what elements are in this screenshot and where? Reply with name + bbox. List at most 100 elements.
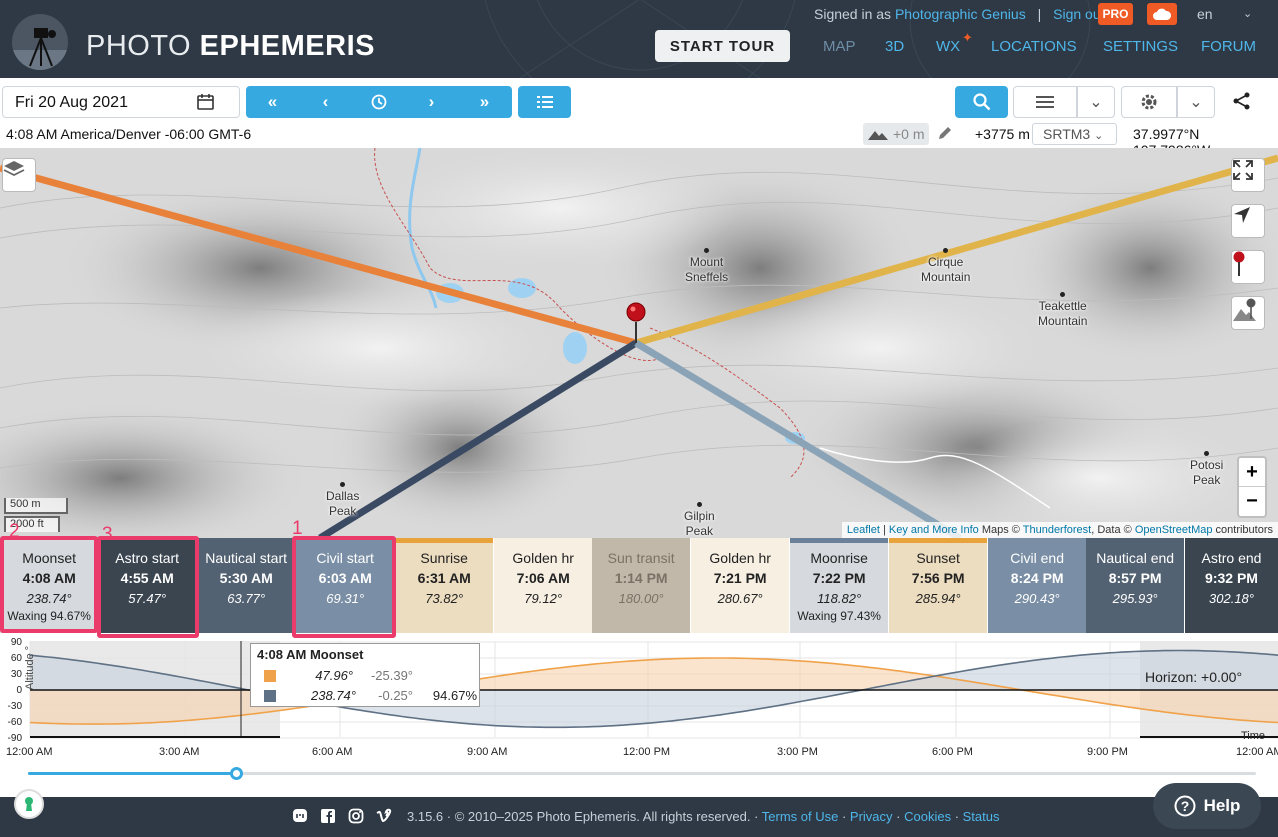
chevron-down-icon[interactable]: ⌄ (1243, 7, 1252, 20)
sign-out-link[interactable]: Sign out (1053, 6, 1104, 22)
separator: | (1037, 6, 1042, 22)
facebook-icon[interactable] (320, 808, 336, 824)
step-forward-icon[interactable]: › (405, 86, 458, 118)
place-label: Potosi Peak (1190, 451, 1223, 488)
leaflet-link[interactable]: Leaflet (847, 524, 880, 536)
app-title[interactable]: PHOTO EPHEMERIS (86, 30, 375, 63)
chevron-down-icon[interactable]: ⌄ (1177, 86, 1215, 118)
y-tick-label: 0 (16, 685, 22, 696)
y-tick-label: 60 (10, 653, 22, 664)
event-card[interactable]: Sunset 7:56 PM 285.94° (889, 538, 988, 633)
logo-icon[interactable] (12, 14, 68, 70)
altitude-chart[interactable] (0, 633, 1278, 763)
horizon-label: Horizon: +0.00° (1145, 669, 1243, 685)
osm-link[interactable]: OpenStreetMap (1135, 524, 1213, 536)
clock-icon[interactable] (352, 86, 405, 118)
menu-icon (1036, 96, 1054, 108)
event-time: 9:32 PM (1205, 570, 1258, 586)
place-label: Gilpin Peak (684, 502, 715, 538)
event-card[interactable]: Sun transit 1:14 PM 180.00° (592, 538, 691, 633)
copyright: 3.15.6 · © 2010–2025 Photo Ephemeris. Al… (407, 809, 751, 824)
secondary-pin-icon[interactable] (1231, 296, 1265, 330)
pin-icon[interactable] (1231, 250, 1265, 284)
terms-link[interactable]: Terms of Use (762, 809, 839, 824)
event-card[interactable]: Astro end 9:32 PM 302.18° (1185, 538, 1278, 633)
fast-forward-icon[interactable]: » (458, 86, 511, 118)
timezone-label: 4:08 AM America/Denver -06:00 GMT-6 (6, 126, 252, 142)
location-pin-icon (626, 302, 646, 322)
y-tick-label: -30 (7, 701, 22, 712)
map-attribution: Leaflet | Key and More Info Maps © Thund… (841, 522, 1278, 538)
nav-map[interactable]: MAP (823, 38, 856, 55)
copyright-text: 3.15.6 · © 2010–2025 Photo Ephemeris. Al… (407, 809, 1000, 824)
y-tick-label: -60 (7, 717, 22, 728)
nav-wx[interactable]: WX (936, 38, 960, 55)
cookies-link[interactable]: Cookies (904, 809, 951, 824)
mastodon-icon[interactable] (292, 808, 308, 824)
elevation-offset-button[interactable]: +0 m (863, 123, 929, 145)
event-phase: Waxing 97.43% (797, 609, 881, 623)
pro-badge[interactable]: PRO (1098, 3, 1133, 25)
layers-list-button[interactable] (1013, 86, 1077, 118)
locate-arrow-icon[interactable] (1231, 204, 1265, 238)
nav-3d[interactable]: 3D (885, 38, 904, 55)
step-back-icon[interactable]: ‹ (299, 86, 352, 118)
calendar-icon[interactable] (196, 92, 216, 117)
key-info-link[interactable]: Key and More Info (889, 524, 979, 536)
nav-settings[interactable]: SETTINGS (1103, 38, 1178, 55)
privacy-link[interactable]: Privacy (850, 809, 893, 824)
event-card[interactable]: Civil end 8:24 PM 290.43° (988, 538, 1087, 633)
event-accent (790, 538, 888, 543)
zoom-out-button[interactable]: − (1239, 487, 1265, 516)
event-title: Nautical end (1096, 550, 1175, 566)
place-label: Cirque Mountain (921, 248, 970, 285)
cloud-sync-icon[interactable] (1147, 3, 1177, 25)
thunderforest-link[interactable]: Thunderforest (1023, 524, 1091, 536)
x-tick-label: 12:00 AM (6, 746, 53, 758)
event-az: 280.67° (717, 591, 763, 606)
keyhole-icon[interactable] (14, 789, 44, 819)
event-time: 5:30 AM (219, 570, 273, 586)
nav-locations[interactable]: LOCATIONS (991, 38, 1077, 55)
event-time: 1:14 PM (614, 570, 668, 586)
help-button[interactable]: ? Help (1153, 783, 1261, 829)
nav-forum[interactable]: FORUM (1201, 38, 1256, 55)
pencil-icon[interactable] (937, 125, 953, 146)
event-card[interactable]: Nautical start 5:30 AM 63.77° (197, 538, 296, 633)
user-name-link[interactable]: Photographic Genius (895, 6, 1026, 22)
event-title: Golden hr (512, 550, 574, 566)
chevron-down-icon[interactable]: ⌄ (1077, 86, 1115, 118)
dem-select[interactable]: SRTM3 ⌄ (1032, 123, 1117, 145)
scale-bar-metric: 500 m (4, 498, 68, 514)
event-card[interactable]: Moonrise 7:22 PM 118.82° Waxing 97.43% (790, 538, 889, 633)
event-title: Moonrise (810, 550, 868, 566)
gear-icon[interactable] (1121, 86, 1177, 118)
x-tick-label: 3:00 AM (159, 746, 200, 758)
event-card[interactable]: Golden hr 7:06 AM 79.12° (494, 538, 593, 633)
list-icon[interactable] (518, 86, 571, 118)
language-selector[interactable]: en (1197, 6, 1213, 22)
sun-swatch (264, 670, 276, 682)
instagram-icon[interactable] (348, 808, 364, 824)
layers-icon[interactable] (2, 158, 36, 192)
highlight-box (97, 536, 199, 638)
search-icon[interactable] (955, 86, 1008, 118)
start-tour-button[interactable]: START TOUR (655, 30, 790, 62)
event-title: Civil end (1010, 550, 1064, 566)
event-card[interactable]: Nautical end 8:57 PM 295.93° (1086, 538, 1185, 633)
tooltip-sun-row: 47.96° -25.39° (251, 666, 481, 686)
zoom-in-button[interactable]: + (1239, 458, 1265, 487)
app-header: PHOTO EPHEMERIS Signed in as Photographi… (0, 0, 1278, 78)
vimeo-icon[interactable] (376, 808, 392, 824)
place-label: Teakettle Mountain (1038, 292, 1087, 329)
topo-map (0, 148, 1278, 538)
fullscreen-icon[interactable] (1231, 158, 1265, 192)
event-card[interactable]: Golden hr 7:21 PM 280.67° (691, 538, 790, 633)
time-slider-handle[interactable] (229, 767, 243, 780)
status-link[interactable]: Status (963, 809, 1000, 824)
rewind-icon[interactable]: « (246, 86, 299, 118)
map-view[interactable]: Mount Sneffels Cirque Mountain Teakettle Mo… (0, 148, 1278, 538)
x-tick-label: 12:00 PM (623, 746, 671, 758)
event-card[interactable]: Sunrise 6:31 AM 73.82° (395, 538, 494, 633)
share-icon[interactable] (1232, 91, 1252, 116)
